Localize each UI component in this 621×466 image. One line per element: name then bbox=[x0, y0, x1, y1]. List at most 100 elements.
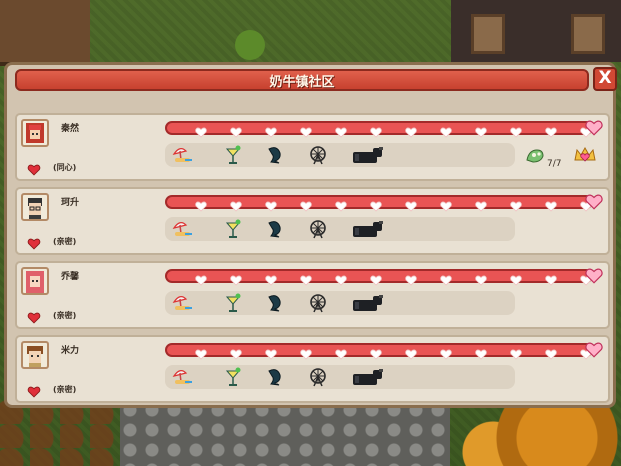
cow-statue-icon[interactable] bbox=[351, 367, 383, 387]
gift-bonus-icon[interactable] bbox=[525, 146, 547, 164]
ferris-wheel-icon[interactable] bbox=[307, 219, 329, 239]
cow-statue-icon[interactable] bbox=[351, 219, 383, 239]
friendship-heart-icon bbox=[405, 271, 417, 286]
max-heart-icon bbox=[585, 193, 603, 211]
friendship-heart-icon bbox=[335, 197, 347, 212]
friendship-heart-icon bbox=[300, 197, 312, 212]
friendship-heart-icon bbox=[510, 271, 522, 286]
friendship-heart-icon bbox=[475, 123, 487, 138]
status-heart-icon bbox=[27, 235, 41, 250]
resident-row[interactable]: 珂升 (亲密) bbox=[15, 187, 610, 255]
friendship-heart-icon bbox=[300, 345, 312, 360]
friendship-heart-icon bbox=[405, 123, 417, 138]
building-window bbox=[471, 14, 505, 54]
green-bush bbox=[235, 30, 265, 60]
friendship-heart-icon bbox=[335, 123, 347, 138]
friendship-hearts-bar bbox=[165, 343, 593, 360]
cocktail-icon[interactable] bbox=[223, 219, 245, 239]
glasses-boy-avatar bbox=[21, 193, 49, 221]
relationship-status: (亲密) bbox=[53, 385, 77, 394]
friendship-heart-icon bbox=[475, 271, 487, 286]
panel-title: 奶牛镇社区 bbox=[269, 75, 335, 90]
max-heart-icon bbox=[585, 267, 603, 285]
friendship-heart-icon bbox=[265, 271, 277, 286]
friendship-heart-icon bbox=[510, 197, 522, 212]
ferris-wheel-icon[interactable] bbox=[307, 145, 329, 165]
sunbath-icon[interactable] bbox=[171, 219, 193, 239]
friendship-heart-icon bbox=[265, 197, 277, 212]
cocktail-icon[interactable] bbox=[223, 145, 245, 165]
friendship-heart-icon bbox=[195, 345, 207, 360]
sunbath-icon[interactable] bbox=[171, 145, 193, 165]
friendship-heart-icon bbox=[230, 271, 242, 286]
red-hair-girl-avatar bbox=[21, 119, 49, 147]
friendship-heart-icon bbox=[195, 197, 207, 212]
cow-statue-icon[interactable] bbox=[351, 145, 383, 165]
friendship-heart-icon bbox=[545, 123, 557, 138]
gift-bonus-count: 7/7 bbox=[547, 159, 562, 169]
title-bar: 奶牛镇社区 bbox=[15, 69, 589, 91]
resident-row[interactable]: 米力 (亲密) bbox=[15, 335, 610, 403]
ferris-wheel-icon[interactable] bbox=[307, 293, 329, 313]
friendship-heart-icon bbox=[370, 123, 382, 138]
fish-icon[interactable] bbox=[265, 367, 287, 387]
autumn-leaves bbox=[0, 400, 120, 466]
resident-row[interactable]: 秦然 (同心) 7/7 bbox=[15, 113, 610, 181]
friendship-heart-icon bbox=[545, 197, 557, 212]
friendship-heart-icon bbox=[370, 271, 382, 286]
fish-icon[interactable] bbox=[265, 219, 287, 239]
friendship-heart-icon bbox=[475, 197, 487, 212]
status-heart-icon bbox=[27, 161, 41, 176]
relationship-status: (亲密) bbox=[53, 237, 77, 246]
cocktail-icon[interactable] bbox=[223, 367, 245, 387]
community-panel: 奶牛镇社区 X 秦然 (同心) 7/7 珂升 (亲密) 乔馨 (亲密) 米力 (亲密) bbox=[4, 62, 617, 408]
friendship-heart-icon bbox=[440, 197, 452, 212]
sunbath-icon[interactable] bbox=[171, 293, 193, 313]
friendship-heart-icon bbox=[510, 123, 522, 138]
fish-icon[interactable] bbox=[265, 145, 287, 165]
resident-row[interactable]: 乔馨 (亲密) bbox=[15, 261, 610, 329]
friendship-heart-icon bbox=[265, 123, 277, 138]
friendship-heart-icon bbox=[510, 345, 522, 360]
sunbath-icon[interactable] bbox=[171, 367, 193, 387]
friendship-heart-icon bbox=[545, 345, 557, 360]
friendship-heart-icon bbox=[370, 345, 382, 360]
friendship-heart-icon bbox=[440, 123, 452, 138]
friendship-heart-icon bbox=[370, 197, 382, 212]
friendship-heart-icon bbox=[405, 345, 417, 360]
relationship-status: (亲密) bbox=[53, 311, 77, 320]
brown-hair-boy-avatar bbox=[21, 341, 49, 369]
gift-preferences-strip bbox=[165, 365, 515, 389]
friendship-hearts-bar bbox=[165, 195, 593, 212]
friendship-heart-icon bbox=[195, 271, 207, 286]
crown-heart-icon[interactable] bbox=[573, 146, 597, 164]
friendship-heart-icon bbox=[300, 123, 312, 138]
resident-name: 米力 bbox=[61, 346, 80, 356]
friendship-heart-icon bbox=[265, 345, 277, 360]
max-heart-icon bbox=[585, 119, 603, 137]
friendship-heart-icon bbox=[335, 345, 347, 360]
friendship-heart-icon bbox=[230, 123, 242, 138]
close-button[interactable]: X bbox=[593, 67, 617, 91]
friendship-heart-icon bbox=[475, 345, 487, 360]
friendship-hearts-bar bbox=[165, 121, 593, 138]
friendship-heart-icon bbox=[230, 345, 242, 360]
friendship-heart-icon bbox=[545, 271, 557, 286]
resident-name: 秦然 bbox=[61, 124, 80, 134]
cocktail-icon[interactable] bbox=[223, 293, 245, 313]
resident-name: 乔馨 bbox=[61, 272, 80, 282]
friendship-heart-icon bbox=[230, 197, 242, 212]
gift-preferences-strip bbox=[165, 217, 515, 241]
max-heart-icon bbox=[585, 341, 603, 359]
relationship-status: (同心) bbox=[53, 163, 77, 172]
fish-icon[interactable] bbox=[265, 293, 287, 313]
wooden-house bbox=[0, 0, 90, 66]
friendship-heart-icon bbox=[440, 271, 452, 286]
status-heart-icon bbox=[27, 383, 41, 398]
cow-statue-icon[interactable] bbox=[351, 293, 383, 313]
building-window bbox=[571, 14, 605, 54]
friendship-heart-icon bbox=[335, 271, 347, 286]
friendship-heart-icon bbox=[195, 123, 207, 138]
ferris-wheel-icon[interactable] bbox=[307, 367, 329, 387]
friendship-heart-icon bbox=[300, 271, 312, 286]
